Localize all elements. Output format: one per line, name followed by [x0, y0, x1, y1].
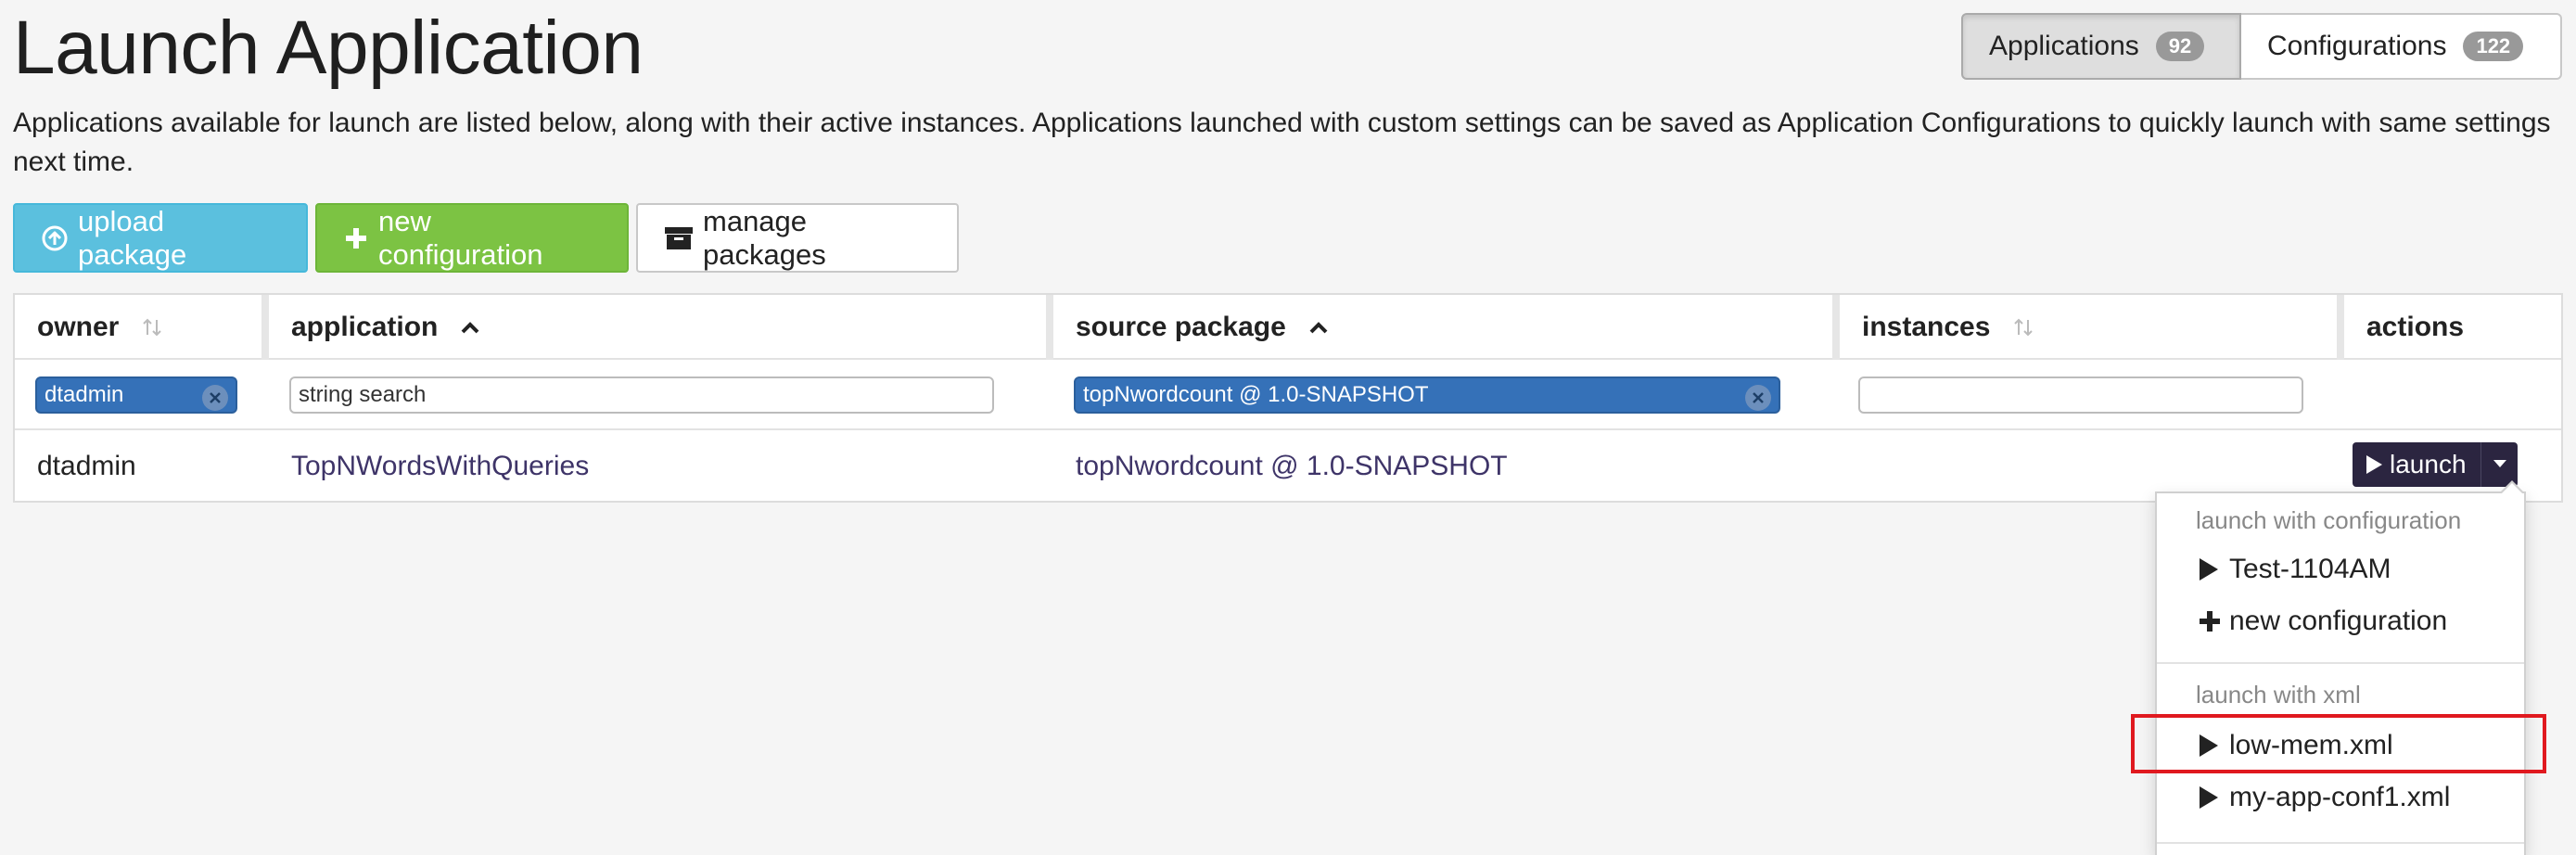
column-resizer[interactable]	[1832, 295, 1840, 360]
menu-divider	[2157, 842, 2524, 844]
archive-box-icon	[664, 225, 694, 251]
xml-section-header: launch with xml	[2196, 681, 2361, 708]
table-header: owner application source package instanc…	[15, 295, 2561, 360]
plus-icon	[343, 225, 369, 251]
header-owner-label: owner	[37, 312, 120, 342]
column-resizer[interactable]	[261, 295, 269, 360]
play-icon	[2364, 453, 2384, 476]
header-instances[interactable]: instances	[1840, 295, 2346, 360]
page-title: Launch Application	[13, 6, 644, 90]
header-instances-label: instances	[1862, 312, 1991, 342]
row-application-link[interactable]: TopNWordsWithQueries	[269, 430, 1046, 503]
chevron-up-icon	[1308, 320, 1329, 335]
column-resizer[interactable]	[1046, 295, 1053, 360]
column-resizer[interactable]	[2337, 295, 2344, 360]
menu-item-new-configuration[interactable]: new configuration	[2198, 601, 2513, 642]
manage-packages-button[interactable]: manage packages	[636, 203, 959, 273]
configurations-tab[interactable]: Configurations 122	[2241, 13, 2562, 80]
close-icon[interactable]	[1745, 385, 1771, 411]
application-search-input[interactable]: string search	[289, 376, 994, 414]
instances-filter-input[interactable]	[1858, 376, 2303, 414]
applications-count-badge: 92	[2155, 32, 2205, 61]
owner-filter-chip[interactable]: dtadmin	[35, 376, 237, 414]
configurations-tab-label: Configurations	[2267, 31, 2447, 61]
menu-item-label: new configuration	[2229, 606, 2448, 636]
applications-tab[interactable]: Applications 92	[1961, 13, 2241, 80]
upload-package-button[interactable]: upload package	[13, 203, 308, 273]
menu-item-label: Test-1104AM	[2229, 554, 2391, 584]
header-application-label: application	[291, 312, 439, 342]
header-application[interactable]: application	[269, 295, 1055, 360]
config-section-header: launch with configuration	[2196, 506, 2462, 534]
owner-filter-value: dtadmin	[45, 382, 124, 407]
plus-icon	[2198, 609, 2229, 633]
upload-package-label: upload package	[78, 204, 187, 271]
configurations-count-badge: 122	[2463, 32, 2524, 61]
view-toggle: Applications 92 Configurations 122	[1961, 13, 2562, 80]
header-owner[interactable]: owner	[15, 295, 261, 360]
header-actions-label: actions	[2366, 312, 2465, 342]
application-search-placeholder: string search	[299, 382, 427, 407]
header-actions: actions	[2344, 295, 2563, 360]
manage-packages-label: manage packages	[703, 204, 826, 271]
source-package-filter-chip[interactable]: topNwordcount @ 1.0-SNAPSHOT	[1074, 376, 1780, 414]
intro-text: Applications available for launch are li…	[13, 108, 2551, 177]
caret-down-icon	[2493, 456, 2507, 473]
row-owner: dtadmin	[37, 451, 136, 481]
filter-row: dtadmin string search topNwordcount @ 1.…	[15, 360, 2561, 430]
sort-arrows-icon	[141, 316, 163, 338]
toolbar: upload package new configuration manage …	[13, 203, 959, 273]
launch-label: launch	[2390, 450, 2467, 479]
row-source-package-link[interactable]: topNwordcount @ 1.0-SNAPSHOT	[1053, 430, 1832, 503]
launch-button-group: launch	[2353, 442, 2518, 487]
header-source-package[interactable]: source package	[1053, 295, 1842, 360]
applications-table: owner application source package instanc…	[13, 293, 2563, 503]
menu-divider	[2157, 662, 2524, 664]
close-icon[interactable]	[202, 385, 228, 411]
chevron-up-icon	[460, 320, 480, 335]
launch-dropdown-menu: launch with configuration Test-1104AM ne…	[2155, 480, 2526, 855]
menu-item-xml[interactable]: my-app-conf1.xml	[2198, 777, 2513, 818]
header-source-package-label: source package	[1076, 312, 1286, 342]
new-configuration-label: new configuration	[378, 204, 543, 271]
launch-button[interactable]: launch	[2353, 442, 2480, 487]
new-configuration-button[interactable]: new configuration	[315, 203, 629, 273]
menu-item-config[interactable]: Test-1104AM	[2198, 549, 2513, 590]
source-package-filter-value: topNwordcount @ 1.0-SNAPSHOT	[1083, 382, 1429, 407]
applications-tab-label: Applications	[1989, 31, 2139, 61]
play-icon	[2198, 785, 2229, 810]
sort-arrows-icon	[2012, 316, 2034, 338]
circle-arrow-up-icon	[41, 224, 69, 252]
play-icon	[2198, 557, 2229, 581]
highlight-annotation	[2131, 714, 2546, 773]
menu-item-label: my-app-conf1.xml	[2229, 782, 2451, 812]
